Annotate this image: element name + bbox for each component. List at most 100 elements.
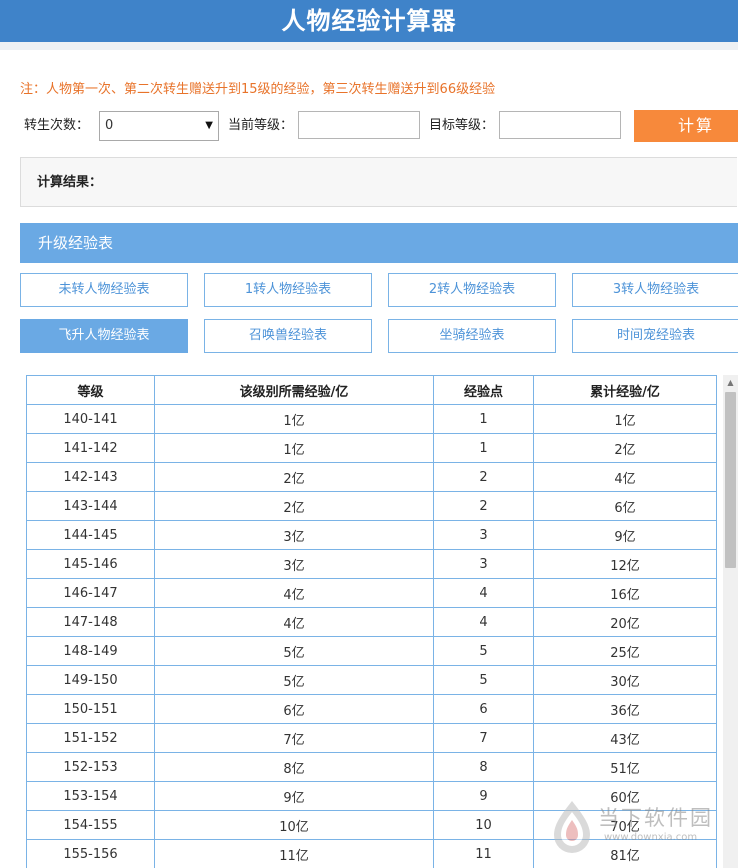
rebirth-notice: 注：人物第一次、第二次转生赠送升到15级的经验，第三次转生赠送升到66级经验 bbox=[20, 82, 496, 97]
cell-required-exp: 4亿 bbox=[154, 578, 434, 608]
cell-exp-points: 10 bbox=[433, 810, 534, 840]
cell-exp-points: 8 bbox=[433, 752, 534, 782]
rebirth-count-label: 转生次数： bbox=[24, 118, 90, 133]
cell-total-exp: 81亿 bbox=[533, 839, 717, 868]
cell-level: 152-153 bbox=[26, 752, 155, 782]
current-level-input[interactable] bbox=[298, 111, 420, 139]
table-row: 155-156 11亿 11 81亿 bbox=[26, 839, 717, 868]
target-level-input[interactable] bbox=[499, 111, 621, 139]
column-header-exp-points: 经验点 bbox=[433, 375, 534, 405]
cell-level: 140-141 bbox=[26, 404, 155, 434]
cell-total-exp: 30亿 bbox=[533, 665, 717, 695]
cell-required-exp: 2亿 bbox=[154, 491, 434, 521]
cell-exp-points: 4 bbox=[433, 607, 534, 637]
cell-exp-points: 3 bbox=[433, 549, 534, 579]
cell-required-exp: 5亿 bbox=[154, 665, 434, 695]
cell-required-exp: 2亿 bbox=[154, 462, 434, 492]
cell-required-exp: 3亿 bbox=[154, 549, 434, 579]
cell-exp-points: 1 bbox=[433, 433, 534, 463]
table-row: 147-148 4亿 4 20亿 bbox=[26, 607, 717, 637]
table-row: 142-143 2亿 2 4亿 bbox=[26, 462, 717, 492]
table-row: 146-147 4亿 4 16亿 bbox=[26, 578, 717, 608]
tab-rebirth-1[interactable]: 1转人物经验表 bbox=[204, 273, 372, 307]
current-level-label: 当前等级： bbox=[228, 118, 294, 133]
tab-rebirth-3[interactable]: 3转人物经验表 bbox=[572, 273, 738, 307]
table-row: 151-152 7亿 7 43亿 bbox=[26, 723, 717, 753]
cell-required-exp: 5亿 bbox=[154, 636, 434, 666]
cell-total-exp: 36亿 bbox=[533, 694, 717, 724]
table-row: 152-153 8亿 8 51亿 bbox=[26, 752, 717, 782]
exp-table-container: 等级 该级别所需经验/亿 经验点 累计经验/亿 140-141 1亿 1 1亿 141… bbox=[26, 375, 718, 868]
table-row: 141-142 1亿 1 2亿 bbox=[26, 433, 717, 463]
rebirth-count-value: 0 bbox=[105, 118, 114, 133]
dropdown-arrow-icon: ▼ bbox=[205, 120, 213, 131]
table-row: 154-155 10亿 10 70亿 bbox=[26, 810, 717, 840]
table-scrollbar[interactable]: ▲ bbox=[723, 375, 738, 868]
table-row: 144-145 3亿 3 9亿 bbox=[26, 520, 717, 550]
cell-exp-points: 6 bbox=[433, 694, 534, 724]
exp-table-tabs: 未转人物经验表 1转人物经验表 2转人物经验表 3转人物经验表 飞升人物经验表 … bbox=[20, 273, 738, 355]
cell-exp-points: 2 bbox=[433, 491, 534, 521]
cell-level: 149-150 bbox=[26, 665, 155, 695]
cell-total-exp: 6亿 bbox=[533, 491, 717, 521]
cell-required-exp: 1亿 bbox=[154, 433, 434, 463]
cell-level: 148-149 bbox=[26, 636, 155, 666]
table-row: 149-150 5亿 5 30亿 bbox=[26, 665, 717, 695]
exp-table: 等级 该级别所需经验/亿 经验点 累计经验/亿 140-141 1亿 1 1亿 141… bbox=[26, 375, 717, 868]
cell-level: 153-154 bbox=[26, 781, 155, 811]
cell-total-exp: 12亿 bbox=[533, 549, 717, 579]
tab-ascension[interactable]: 飞升人物经验表 bbox=[20, 319, 188, 353]
cell-total-exp: 20亿 bbox=[533, 607, 717, 637]
cell-exp-points: 5 bbox=[433, 636, 534, 666]
table-row: 140-141 1亿 1 1亿 bbox=[26, 404, 717, 434]
page-title: 人物经验计算器 bbox=[0, 0, 738, 42]
cell-total-exp: 2亿 bbox=[533, 433, 717, 463]
cell-exp-points: 7 bbox=[433, 723, 534, 753]
scroll-up-arrow-icon[interactable]: ▲ bbox=[723, 375, 738, 391]
calculate-button[interactable]: 计算 bbox=[634, 110, 738, 142]
cell-level: 154-155 bbox=[26, 810, 155, 840]
cell-level: 143-144 bbox=[26, 491, 155, 521]
table-row: 143-144 2亿 2 6亿 bbox=[26, 491, 717, 521]
cell-level: 150-151 bbox=[26, 694, 155, 724]
cell-required-exp: 7亿 bbox=[154, 723, 434, 753]
rebirth-count-select[interactable]: 0 ▼ bbox=[99, 111, 219, 141]
cell-total-exp: 43亿 bbox=[533, 723, 717, 753]
cell-total-exp: 4亿 bbox=[533, 462, 717, 492]
cell-required-exp: 10亿 bbox=[154, 810, 434, 840]
cell-exp-points: 1 bbox=[433, 404, 534, 434]
cell-level: 144-145 bbox=[26, 520, 155, 550]
cell-level: 141-142 bbox=[26, 433, 155, 463]
cell-required-exp: 8亿 bbox=[154, 752, 434, 782]
cell-total-exp: 16亿 bbox=[533, 578, 717, 608]
cell-level: 145-146 bbox=[26, 549, 155, 579]
tab-mount[interactable]: 坐骑经验表 bbox=[388, 319, 556, 353]
table-row: 150-151 6亿 6 36亿 bbox=[26, 694, 717, 724]
cell-level: 147-148 bbox=[26, 607, 155, 637]
cell-exp-points: 11 bbox=[433, 839, 534, 868]
table-header-row: 等级 该级别所需经验/亿 经验点 累计经验/亿 bbox=[26, 375, 717, 405]
target-level-label: 目标等级： bbox=[429, 118, 495, 133]
cell-required-exp: 1亿 bbox=[154, 404, 434, 434]
cell-exp-points: 5 bbox=[433, 665, 534, 695]
cell-level: 151-152 bbox=[26, 723, 155, 753]
header-divider bbox=[0, 42, 738, 50]
cell-total-exp: 25亿 bbox=[533, 636, 717, 666]
cell-level: 142-143 bbox=[26, 462, 155, 492]
cell-level: 155-156 bbox=[26, 839, 155, 868]
calculator-form: 转生次数： 0 ▼ 当前等级： 目标等级： 计算 bbox=[20, 110, 738, 142]
cell-required-exp: 11亿 bbox=[154, 839, 434, 868]
result-label: 计算结果： bbox=[37, 175, 103, 190]
tab-summoned-beast[interactable]: 召唤兽经验表 bbox=[204, 319, 372, 353]
cell-exp-points: 9 bbox=[433, 781, 534, 811]
cell-required-exp: 9亿 bbox=[154, 781, 434, 811]
cell-total-exp: 70亿 bbox=[533, 810, 717, 840]
tab-unreborn[interactable]: 未转人物经验表 bbox=[20, 273, 188, 307]
tab-rebirth-2[interactable]: 2转人物经验表 bbox=[388, 273, 556, 307]
table-row: 145-146 3亿 3 12亿 bbox=[26, 549, 717, 579]
tab-time-pet[interactable]: 时间宠经验表 bbox=[572, 319, 738, 353]
cell-required-exp: 6亿 bbox=[154, 694, 434, 724]
table-row: 153-154 9亿 9 60亿 bbox=[26, 781, 717, 811]
cell-required-exp: 3亿 bbox=[154, 520, 434, 550]
scrollbar-thumb[interactable] bbox=[725, 392, 736, 568]
